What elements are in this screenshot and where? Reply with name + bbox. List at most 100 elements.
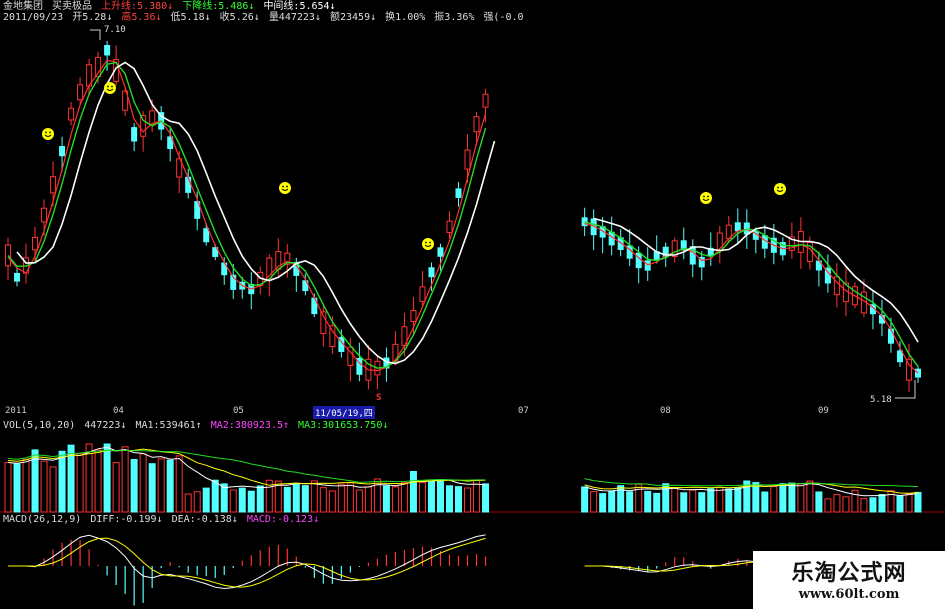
volume-bar-up (112, 462, 120, 513)
candle-down (131, 127, 138, 142)
volume-ma3: MA3:301653.750↓ (298, 420, 389, 431)
candle-up (419, 286, 426, 302)
volume-bar-down (680, 492, 688, 513)
volume-ma1: MA1:539461↑ (135, 420, 202, 431)
volume-bar-down (707, 488, 715, 513)
candle-down (915, 368, 921, 378)
volume-bar-down (283, 486, 291, 513)
time-label-08: 08 (660, 406, 671, 416)
volume-bar-down (247, 490, 255, 513)
macd-header: MACD(26,12,9) DIFF:-0.199↓ DEA:-0.138↓ M… (3, 514, 322, 525)
candle-down (59, 146, 66, 157)
volume-bar-up (364, 486, 372, 513)
volume-bar-down (725, 488, 733, 513)
volume-bar-up (346, 482, 354, 513)
volume-bar-up (824, 498, 832, 513)
volume-bar-up (806, 480, 814, 513)
candle-up (68, 107, 75, 121)
time-label-2011: 2011 (5, 406, 27, 416)
smiley-icon (42, 128, 54, 140)
volume-bar-up (193, 491, 201, 513)
volume-bar-down (779, 483, 787, 513)
volume-bar-up (373, 478, 381, 513)
watermark-name: 乐淘公式网 (791, 561, 907, 586)
volume-bar-up (355, 489, 363, 513)
candle-up (473, 116, 480, 133)
volume-bar-down (166, 459, 174, 513)
watermark: 乐淘公式网 www.60lt.com (753, 551, 945, 609)
volume-bar-up (76, 452, 84, 513)
volume-bar-down (608, 490, 616, 513)
candle-down (635, 252, 642, 269)
candle-down (455, 188, 462, 198)
candle-down (104, 45, 111, 56)
volume-bar-down (878, 494, 886, 513)
candle-up (50, 176, 57, 194)
candle-up (446, 220, 453, 233)
price-chart[interactable]: 7.10 5.18 (0, 0, 945, 405)
sell-signal-marker: S (376, 393, 382, 403)
volume-bar-up (184, 493, 192, 513)
smiley-icon (279, 182, 291, 194)
volume-bar-down (752, 482, 760, 513)
volume-bar-up (590, 491, 598, 513)
volume-bar-down (788, 482, 796, 513)
volume-bar-down (454, 486, 462, 513)
volume-label: VOL(5,10,20) (3, 420, 76, 431)
macd-diff: DIFF:-0.199↓ (90, 514, 163, 525)
volume-bar-up (887, 490, 895, 513)
volume-bar-up (842, 496, 850, 513)
red-ma-line (7, 59, 919, 374)
smiley-icon (700, 192, 712, 204)
volume-bar-down (869, 497, 877, 513)
volume-bar-up (157, 458, 165, 513)
green-ma-line (7, 61, 919, 369)
volume-bar-up (49, 466, 57, 513)
volume-bar-up (418, 481, 426, 513)
volume-bar-down (103, 443, 111, 513)
volume-bar-down (761, 491, 769, 513)
volume-bar-up (635, 483, 643, 513)
candle-up (41, 207, 48, 223)
time-label-04: 04 (113, 406, 124, 416)
volume-bar-down (301, 485, 309, 513)
smiley-icon (422, 238, 434, 250)
volume-bar-up (337, 483, 345, 513)
time-axis: 2011 04 05 11/05/19,四 07 08 09 S (0, 393, 945, 419)
candle-up (482, 93, 489, 108)
candle-down (887, 328, 894, 344)
volume-chart[interactable] (0, 431, 945, 513)
volume-bar-up (689, 489, 697, 513)
volume-bar-down (626, 491, 634, 513)
smiley-icon (774, 183, 786, 195)
volume-bar-up (94, 449, 102, 513)
volume-bar-down (238, 487, 246, 513)
volume-bar-down (292, 482, 300, 513)
volume-bar-down (734, 487, 742, 513)
candle-up (149, 110, 156, 125)
volume-bar-up (716, 486, 724, 513)
candle-down (734, 222, 741, 232)
volume-bar-up (4, 462, 12, 513)
volume-bar-down (256, 485, 264, 513)
volume-bar-down (581, 486, 589, 513)
volume-bar-up (905, 493, 913, 513)
time-label-05: 05 (233, 406, 244, 416)
volume-ma2: MA2:380923.5↑ (210, 420, 290, 431)
volume-bar-up (770, 486, 778, 513)
volume-bar-down (211, 479, 219, 513)
candle-down (896, 350, 903, 363)
volume-bar-down (599, 493, 607, 513)
volume-bar-up (464, 487, 472, 513)
volume-bar-up (229, 489, 237, 513)
volume-bar-up (391, 486, 399, 513)
volume-bar-down (58, 450, 66, 513)
candle-up (410, 309, 417, 322)
volume-bar-down (653, 492, 661, 513)
volume-bar-down (427, 480, 435, 513)
candle-up (77, 84, 84, 101)
volume-bar-down (148, 463, 156, 513)
volume-bar-down (445, 485, 453, 513)
volume-bar-up (797, 482, 805, 513)
volume-bar-up (473, 479, 481, 513)
